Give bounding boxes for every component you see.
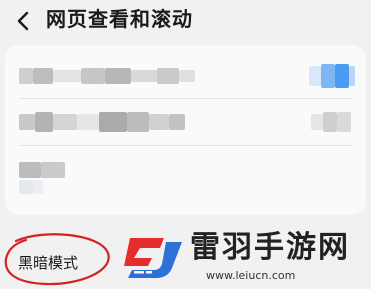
settings-row-3[interactable] <box>19 148 352 206</box>
watermark-name: 雷羽手游网 <box>190 230 350 265</box>
dark-mode-label: 黑暗模式 <box>18 254 79 272</box>
settings-row-1[interactable] <box>19 55 355 97</box>
site-logo-icon <box>124 238 182 278</box>
back-button[interactable] <box>10 8 36 34</box>
chevron-left-icon <box>17 11 29 31</box>
top-bar: 网页查看和滚动 <box>0 0 371 44</box>
row-divider <box>19 98 352 99</box>
settings-row-2[interactable] <box>19 100 352 142</box>
watermark: 雷羽手游网 www.leiucn.com <box>120 226 371 289</box>
dark-mode-annotation: 黑暗模式 <box>0 230 120 289</box>
watermark-url: www.leiucn.com <box>206 269 296 282</box>
row-divider <box>19 145 352 146</box>
settings-card <box>5 45 366 215</box>
page-title: 网页查看和滚动 <box>46 7 193 31</box>
